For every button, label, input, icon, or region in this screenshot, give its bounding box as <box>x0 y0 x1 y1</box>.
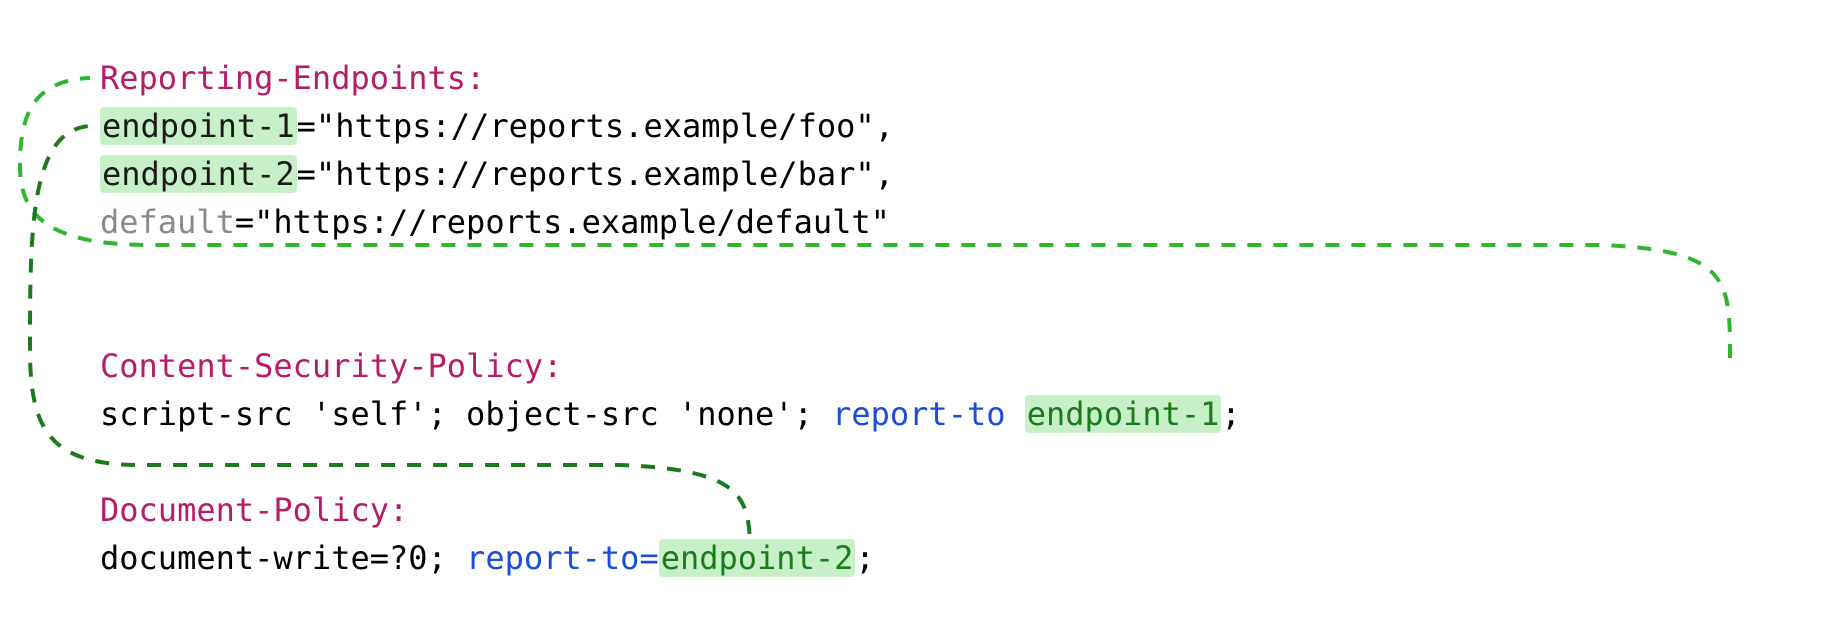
endpoint-2-decl-url: ="https://reports.example/bar", <box>297 155 894 193</box>
csp-semicolon: ; <box>1221 395 1240 433</box>
csp-report-to-keyword: report-to <box>832 395 1025 433</box>
csp-directives: script-src 'self'; object-src 'none'; <box>100 395 832 433</box>
endpoint-2-decl-name: endpoint-2 <box>100 155 297 193</box>
code-block: Reporting-Endpoints: endpoint-1="https:/… <box>100 6 1241 582</box>
doc-directives: document-write=?0; <box>100 539 466 577</box>
csp-endpoint-ref: endpoint-1 <box>1025 395 1222 433</box>
endpoint-default-decl-url: ="https://reports.example/default" <box>235 203 890 241</box>
endpoint-1-decl-name: endpoint-1 <box>100 107 297 145</box>
endpoint-default-decl-name: default <box>100 203 235 241</box>
endpoint-1-decl-url: ="https://reports.example/foo", <box>297 107 894 145</box>
doc-endpoint-ref: endpoint-2 <box>659 539 856 577</box>
doc-semicolon: ; <box>855 539 874 577</box>
header-reporting-endpoints: Reporting-Endpoints: <box>100 59 485 97</box>
header-csp: Content-Security-Policy: <box>100 347 562 385</box>
header-document-policy: Document-Policy: <box>100 491 408 529</box>
doc-report-to-keyword: report-to= <box>466 539 659 577</box>
